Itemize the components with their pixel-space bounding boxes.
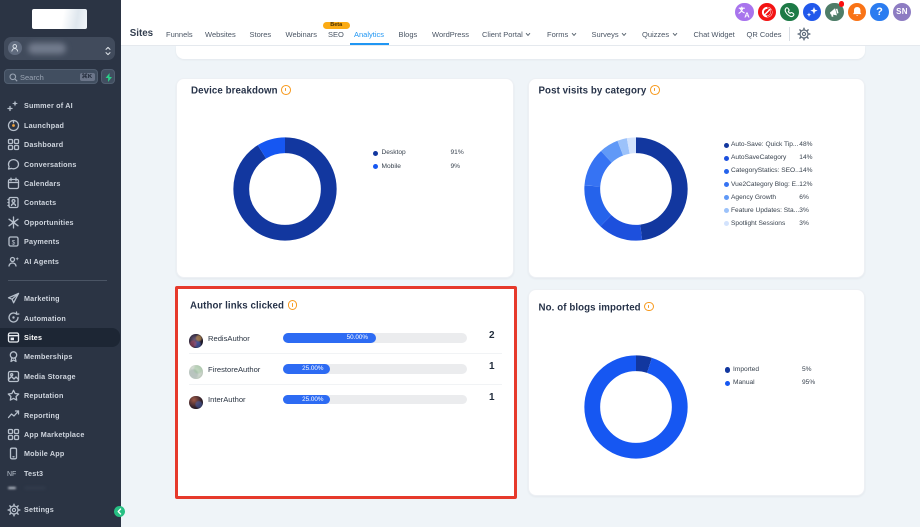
- svg-text:$: $: [12, 239, 16, 246]
- svg-text:A: A: [744, 10, 750, 19]
- svg-text:NF: NF: [7, 471, 16, 478]
